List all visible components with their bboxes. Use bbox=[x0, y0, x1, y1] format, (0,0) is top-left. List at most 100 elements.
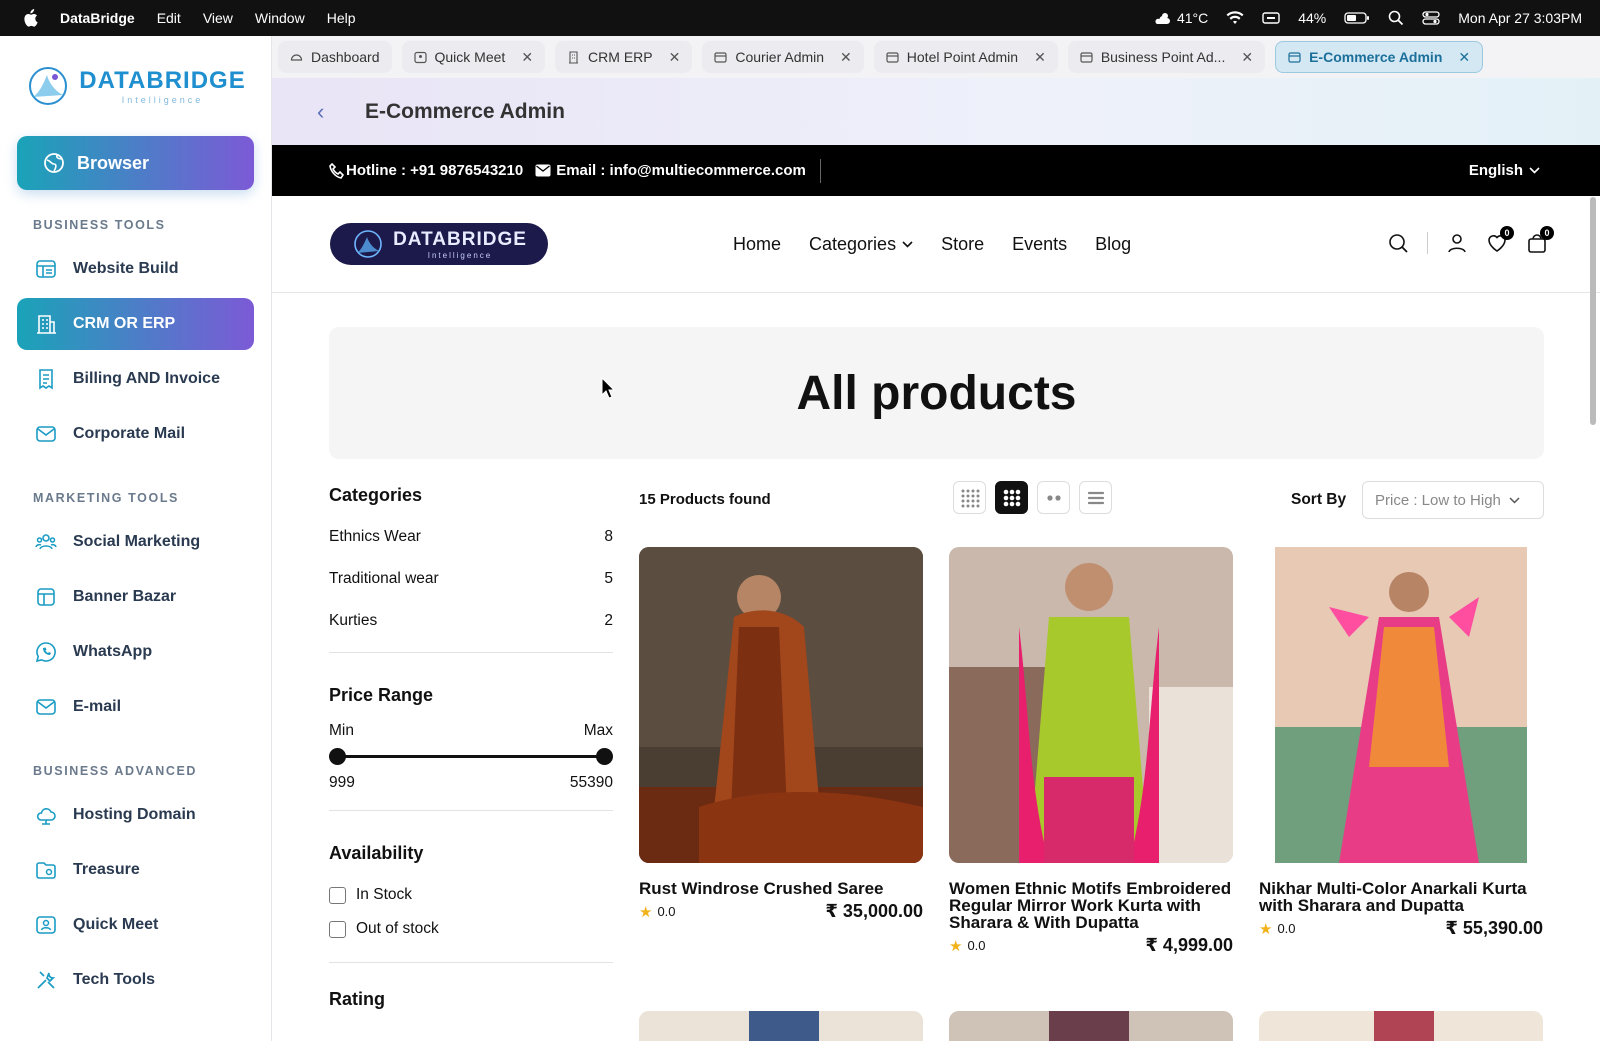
sidebar-item-banner-bazar[interactable]: Banner Bazar bbox=[17, 571, 254, 623]
browser-button[interactable]: Browser bbox=[17, 136, 254, 190]
checkbox-box[interactable] bbox=[329, 886, 346, 904]
category-filter-item[interactable]: Traditional wear 5 bbox=[329, 570, 613, 612]
tab-crm-erp[interactable]: CRM ERP ✕ bbox=[555, 41, 693, 73]
product-card[interactable]: Women Ethnic Motifs Embroidered Regular … bbox=[949, 547, 1233, 956]
tab-courier-admin[interactable]: Courier Admin ✕ bbox=[702, 41, 864, 73]
cart-button[interactable]: 0 bbox=[1526, 226, 1554, 254]
view-4-columns-button[interactable] bbox=[953, 481, 986, 514]
product-card[interactable]: Rust Windrose Crushed Saree ★ 0.0 ₹ 35,00… bbox=[639, 547, 923, 922]
menu-view[interactable]: View bbox=[203, 10, 233, 26]
sidebar-logo[interactable]: DATABRIDGE Intelligence bbox=[0, 36, 271, 136]
price-range-heading: Price Range bbox=[329, 685, 434, 705]
tab-dashboard[interactable]: Dashboard bbox=[278, 41, 392, 73]
menu-help[interactable]: Help bbox=[327, 10, 356, 26]
product-image[interactable] bbox=[639, 1011, 923, 1041]
sidebar-item-website-build[interactable]: Website Build bbox=[17, 243, 254, 295]
mouse-cursor-icon bbox=[601, 377, 615, 399]
store-logo[interactable]: DATABRIDGE Intelligence bbox=[330, 223, 548, 265]
product-price: ₹ 55,390.00 bbox=[1445, 918, 1543, 938]
tab-e-commerce-admin[interactable]: E-Commerce Admin ✕ bbox=[1275, 41, 1484, 73]
sidebar-item-tech-tools[interactable]: Tech Tools bbox=[17, 954, 254, 1006]
sidebar-item-e-mail[interactable]: E-mail bbox=[17, 681, 254, 733]
nav-blog[interactable]: Blog bbox=[1095, 234, 1131, 255]
view-2-columns-button[interactable] bbox=[1037, 481, 1070, 514]
sidebar-item-treasure[interactable]: Treasure bbox=[17, 844, 254, 896]
product-name[interactable]: Women Ethnic Motifs Embroidered Regular … bbox=[949, 880, 1233, 931]
user-icon[interactable] bbox=[1446, 232, 1468, 254]
product-card[interactable]: Nikhar Multi-Color Anarkali Kurta with S… bbox=[1259, 547, 1543, 939]
sort-select[interactable]: Price : Low to High bbox=[1362, 481, 1544, 519]
window-icon bbox=[1288, 51, 1301, 63]
tab-hotel-point-admin[interactable]: Hotel Point Admin ✕ bbox=[873, 41, 1058, 73]
checkbox-box[interactable] bbox=[329, 920, 346, 938]
close-icon[interactable]: ✕ bbox=[669, 49, 681, 66]
close-icon[interactable]: ✕ bbox=[840, 49, 852, 66]
close-icon[interactable]: ✕ bbox=[521, 49, 533, 66]
slider-min-handle[interactable] bbox=[329, 748, 346, 765]
folder-icon bbox=[36, 862, 56, 879]
menu-window[interactable]: Window bbox=[255, 10, 305, 26]
page-title: E-Commerce Admin bbox=[365, 99, 565, 123]
product-name[interactable]: Nikhar Multi-Color Anarkali Kurta with S… bbox=[1259, 880, 1543, 914]
search-icon[interactable] bbox=[1387, 232, 1409, 254]
in-stock-checkbox[interactable]: In Stock bbox=[329, 878, 613, 912]
spotlight-search-icon[interactable] bbox=[1388, 10, 1404, 26]
hotline-text[interactable]: Hotline : +91 9876543210 bbox=[346, 162, 523, 179]
view-list-button[interactable] bbox=[1079, 481, 1112, 514]
menu-edit[interactable]: Edit bbox=[157, 10, 181, 26]
wishlist-button[interactable]: 0 bbox=[1486, 226, 1514, 254]
category-filter-item[interactable]: Ethnics Wear 8 bbox=[329, 528, 613, 570]
out-of-stock-checkbox[interactable]: Out of stock bbox=[329, 912, 613, 946]
close-icon[interactable]: ✕ bbox=[1241, 49, 1253, 66]
sidebar-item-quick-meet[interactable]: Quick Meet bbox=[17, 899, 254, 951]
sidebar-item-corporate-mail[interactable]: Corporate Mail bbox=[17, 408, 254, 460]
price-range-slider[interactable] bbox=[329, 746, 613, 766]
sidebar-item-whatsapp[interactable]: WhatsApp bbox=[17, 626, 254, 678]
back-chevron-icon[interactable]: ‹ bbox=[317, 99, 337, 125]
banner-icon bbox=[37, 588, 55, 606]
close-icon[interactable]: ✕ bbox=[1458, 49, 1470, 66]
view-3-columns-button[interactable] bbox=[995, 481, 1028, 514]
nav-icon-divider bbox=[1427, 232, 1428, 254]
app-menu-name[interactable]: DataBridge bbox=[60, 10, 135, 26]
product-image[interactable] bbox=[639, 547, 923, 863]
apple-icon[interactable] bbox=[22, 9, 38, 27]
nav-store[interactable]: Store bbox=[941, 234, 984, 255]
battery-icon[interactable] bbox=[1344, 11, 1370, 25]
keyboard-icon[interactable] bbox=[1262, 11, 1280, 25]
hero-banner: All products bbox=[329, 327, 1544, 459]
battery-percent: 44% bbox=[1298, 10, 1327, 26]
control-center-icon[interactable] bbox=[1422, 11, 1440, 25]
building-icon bbox=[569, 50, 579, 64]
slider-max-handle[interactable] bbox=[596, 748, 613, 765]
cloud-icon bbox=[36, 808, 56, 825]
wishlist-count-badge: 0 bbox=[1500, 226, 1514, 240]
clock[interactable]: Mon Apr 27 3:03PM bbox=[1458, 10, 1582, 26]
language-selector[interactable]: English bbox=[1469, 162, 1540, 179]
wifi-icon[interactable] bbox=[1226, 11, 1244, 25]
product-image[interactable] bbox=[949, 1011, 1233, 1041]
product-rating: ★ 0.0 bbox=[949, 937, 986, 955]
product-image[interactable] bbox=[949, 547, 1233, 863]
sidebar: DATABRIDGE Intelligence Browser BUSINESS… bbox=[0, 36, 272, 1041]
sidebar-item-social-marketing[interactable]: Social Marketing bbox=[17, 516, 254, 568]
website-icon bbox=[36, 260, 56, 278]
cart-count-badge: 0 bbox=[1540, 226, 1554, 240]
sidebar-item-billing-and-invoice[interactable]: Billing AND Invoice bbox=[17, 353, 254, 405]
page-scrollbar[interactable] bbox=[1590, 197, 1596, 425]
nav-categories[interactable]: Categories bbox=[809, 234, 913, 255]
tab-business-point-admin[interactable]: Business Point Ad... ✕ bbox=[1067, 41, 1266, 73]
email-text[interactable]: Email : info@multiecommerce.com bbox=[556, 162, 806, 179]
product-name[interactable]: Rust Windrose Crushed Saree bbox=[639, 880, 923, 897]
category-filter-item[interactable]: Kurties 2 bbox=[329, 612, 613, 654]
product-image[interactable] bbox=[1259, 1011, 1543, 1041]
sidebar-item-hosting-domain[interactable]: Hosting Domain bbox=[17, 789, 254, 841]
sidebar-item-crm-or-erp[interactable]: CRM OR ERP bbox=[17, 298, 254, 350]
product-image[interactable] bbox=[1259, 547, 1543, 863]
nav-home[interactable]: Home bbox=[733, 234, 781, 255]
nav-events[interactable]: Events bbox=[1012, 234, 1067, 255]
close-icon[interactable]: ✕ bbox=[1034, 49, 1046, 66]
store-menu: Home Categories Store Events Blog bbox=[733, 234, 1131, 255]
weather-status[interactable]: 41°C bbox=[1153, 10, 1208, 26]
tab-quick-meet[interactable]: Quick Meet ✕ bbox=[401, 41, 546, 73]
